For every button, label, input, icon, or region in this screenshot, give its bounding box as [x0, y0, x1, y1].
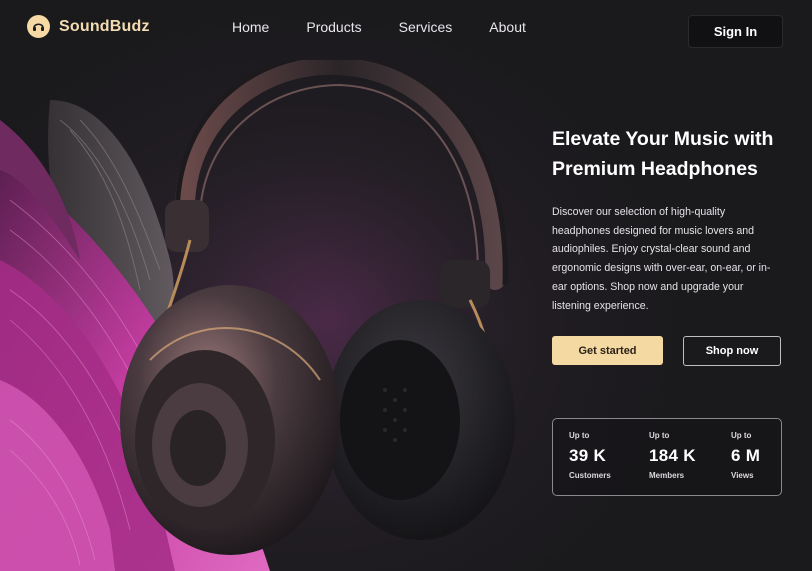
headphones-logo-icon — [27, 15, 50, 38]
stat-label: Customers — [569, 471, 611, 480]
stat-prefix: Up to — [731, 431, 752, 440]
landing-page: SoundBudz Home Products Services About S… — [0, 0, 812, 571]
sign-in-button[interactable]: Sign In — [688, 15, 783, 48]
stat-customers: Up to 39 K Customers — [569, 431, 611, 480]
stat-value: 184 K — [649, 446, 696, 465]
nav-home[interactable]: Home — [232, 19, 269, 35]
stat-label: Members — [649, 471, 685, 480]
nav-links: Home Products Services About — [232, 19, 526, 35]
stat-label: Views — [731, 471, 754, 480]
nav-services[interactable]: Services — [399, 19, 453, 35]
stat-views: Up to 6 M Views — [731, 431, 760, 480]
brand-name: SoundBudz — [59, 17, 150, 35]
hero-description: Discover our selection of high-quality h… — [552, 206, 771, 312]
shop-now-button[interactable]: Shop now — [683, 336, 781, 366]
hero-title: Elevate Your Music with Premium Headphon… — [552, 128, 774, 180]
brand-logo[interactable]: SoundBudz — [27, 15, 150, 38]
stats-card: Up to 39 K Customers Up to 184 K Members… — [552, 418, 782, 496]
headphones-hero-image — [0, 60, 560, 571]
stat-value: 6 M — [731, 446, 761, 465]
nav-products[interactable]: Products — [306, 19, 361, 35]
top-nav: SoundBudz Home Products Services About S… — [0, 0, 812, 60]
stat-value: 39 K — [569, 446, 607, 465]
nav-about[interactable]: About — [489, 19, 526, 35]
stat-prefix: Up to — [569, 431, 590, 440]
get-started-button[interactable]: Get started — [552, 336, 663, 365]
stat-prefix: Up to — [649, 431, 670, 440]
stat-members: Up to 184 K Members — [649, 431, 696, 480]
